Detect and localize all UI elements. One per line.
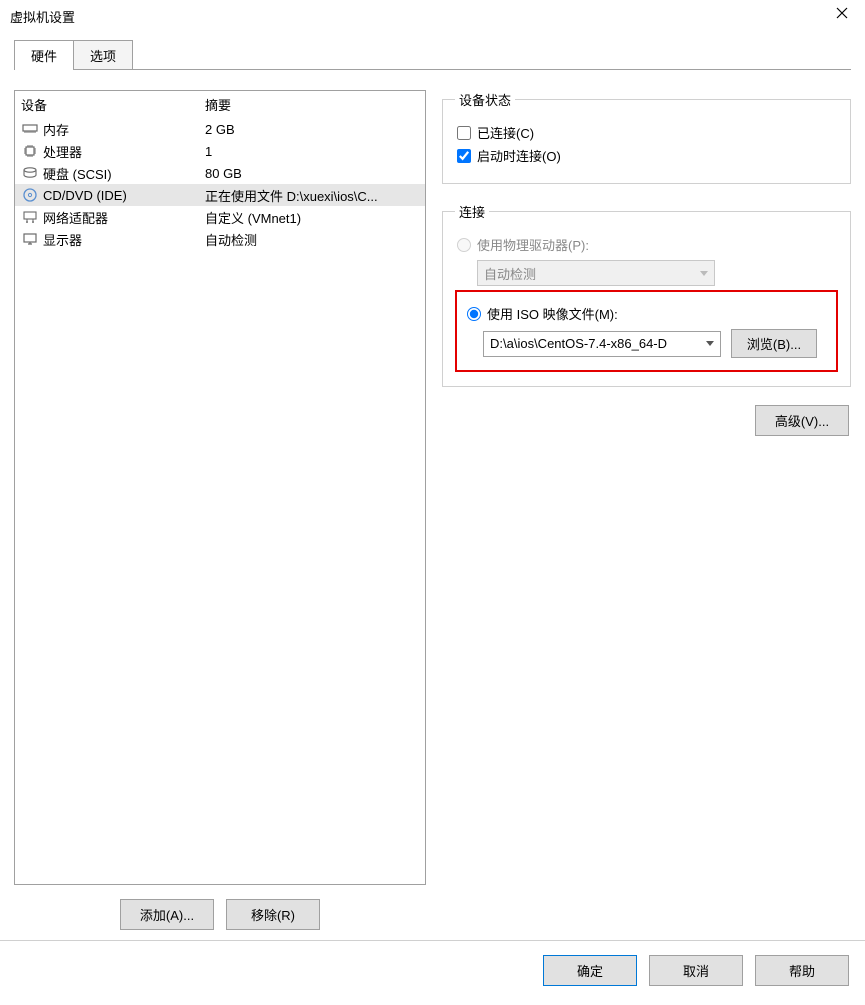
- device-summary: 80 GB: [205, 166, 419, 181]
- memory-icon: [21, 121, 39, 137]
- physical-drive-combo: 自动检测: [477, 260, 715, 286]
- help-button[interactable]: 帮助: [755, 955, 849, 986]
- disc-icon: [21, 187, 39, 203]
- header-summary: 摘要: [205, 95, 419, 114]
- device-name: 硬盘 (SCSI): [43, 164, 205, 183]
- chevron-down-icon: [700, 271, 708, 276]
- advanced-button[interactable]: 高级(V)...: [755, 405, 849, 436]
- disk-icon: [21, 165, 39, 181]
- device-list-header: 设备 摘要: [15, 91, 425, 118]
- physical-drive-radio-row[interactable]: 使用物理驱动器(P):: [457, 235, 838, 254]
- device-status-group: 设备状态 已连接(C) 启动时连接(O): [442, 90, 851, 184]
- device-summary: 1: [205, 144, 419, 159]
- device-list: 设备 摘要 内存 2 GB 处理器 1: [14, 90, 426, 885]
- network-icon: [21, 209, 39, 225]
- cancel-button[interactable]: 取消: [649, 955, 743, 986]
- monitor-icon: [21, 231, 39, 247]
- device-row-network[interactable]: 网络适配器 自定义 (VMnet1): [15, 206, 425, 228]
- iso-radio-row[interactable]: 使用 ISO 映像文件(M):: [467, 304, 828, 323]
- iso-label: 使用 ISO 映像文件(M):: [487, 304, 618, 323]
- ok-button[interactable]: 确定: [543, 955, 637, 986]
- physical-drive-value: 自动检测: [484, 264, 536, 283]
- iso-radio[interactable]: [467, 307, 481, 321]
- physical-drive-label: 使用物理驱动器(P):: [477, 235, 589, 254]
- device-summary: 自动检测: [205, 230, 419, 249]
- connection-legend: 连接: [455, 202, 489, 221]
- iso-highlight-box: 使用 ISO 映像文件(M): D:\a\ios\CentOS-7.4-x86_…: [455, 290, 838, 372]
- chevron-down-icon: [706, 341, 714, 346]
- physical-drive-radio[interactable]: [457, 238, 471, 252]
- add-button[interactable]: 添加(A)...: [120, 899, 214, 930]
- tab-strip: 硬件 选项: [14, 40, 865, 70]
- connected-checkbox[interactable]: [457, 126, 471, 140]
- iso-path-value: D:\a\ios\CentOS-7.4-x86_64-D: [490, 336, 667, 351]
- device-row-disk[interactable]: 硬盘 (SCSI) 80 GB: [15, 162, 425, 184]
- device-name: CD/DVD (IDE): [43, 188, 205, 203]
- connected-checkbox-row[interactable]: 已连接(C): [457, 123, 838, 142]
- device-name: 内存: [43, 120, 205, 139]
- device-name: 处理器: [43, 142, 205, 161]
- connected-label: 已连接(C): [477, 123, 534, 142]
- device-row-cpu[interactable]: 处理器 1: [15, 140, 425, 162]
- close-icon: [836, 7, 848, 19]
- device-row-display[interactable]: 显示器 自动检测: [15, 228, 425, 250]
- close-button[interactable]: [819, 0, 865, 29]
- device-summary: 2 GB: [205, 122, 419, 137]
- connect-poweron-label: 启动时连接(O): [477, 146, 561, 165]
- device-row-cddvd[interactable]: CD/DVD (IDE) 正在使用文件 D:\xuexi\ios\C...: [15, 184, 425, 206]
- connect-poweron-checkbox[interactable]: [457, 149, 471, 163]
- connection-group: 连接 使用物理驱动器(P): 自动检测 使用 ISO 映像文件(M):: [442, 202, 851, 387]
- iso-path-combo[interactable]: D:\a\ios\CentOS-7.4-x86_64-D: [483, 331, 721, 357]
- device-name: 显示器: [43, 230, 205, 249]
- device-row-memory[interactable]: 内存 2 GB: [15, 118, 425, 140]
- titlebar: 虚拟机设置: [0, 0, 865, 32]
- device-name: 网络适配器: [43, 208, 205, 227]
- device-status-legend: 设备状态: [455, 90, 515, 109]
- remove-button[interactable]: 移除(R): [226, 899, 320, 930]
- window-title: 虚拟机设置: [10, 7, 75, 26]
- device-summary: 正在使用文件 D:\xuexi\ios\C...: [205, 186, 419, 205]
- header-device: 设备: [21, 95, 205, 114]
- connect-poweron-checkbox-row[interactable]: 启动时连接(O): [457, 146, 838, 165]
- tab-hardware[interactable]: 硬件: [14, 40, 74, 70]
- tab-options[interactable]: 选项: [74, 40, 133, 70]
- device-summary: 自定义 (VMnet1): [205, 208, 419, 227]
- dialog-footer: 确定 取消 帮助: [0, 940, 865, 1000]
- cpu-icon: [21, 143, 39, 159]
- browse-button[interactable]: 浏览(B)...: [731, 329, 817, 358]
